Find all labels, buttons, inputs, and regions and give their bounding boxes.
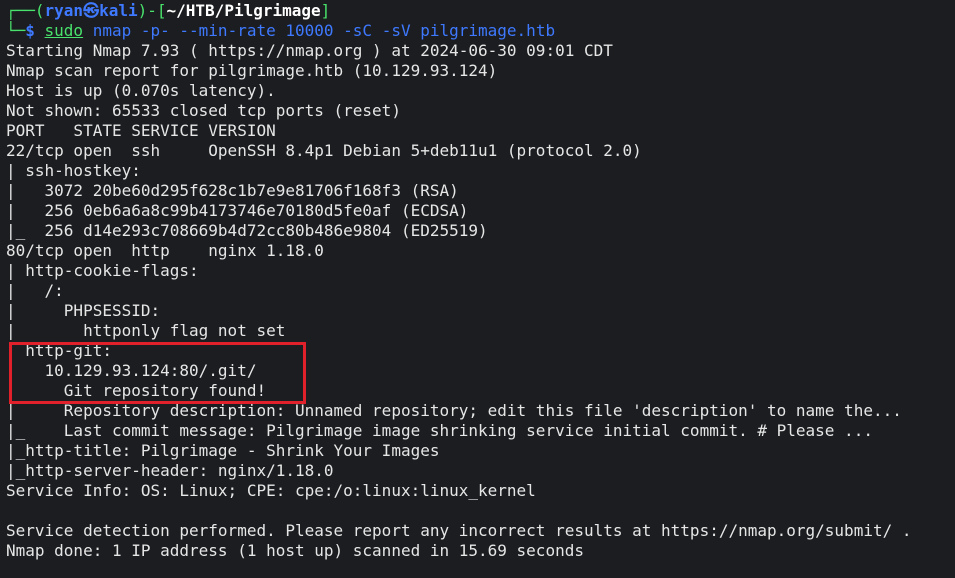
output-line: Host is up (0.070s latency). xyxy=(6,81,276,100)
command-sudo: sudo xyxy=(44,21,84,40)
output-line: | Repository description: Unnamed reposi… xyxy=(6,401,902,420)
output-line: | PHPSESSID: xyxy=(6,301,170,320)
output-line: |_ Last commit message: Pilgrimage image… xyxy=(6,421,873,440)
output-line: | 3072 20be60d295f628c1b7e9e81706f168f3 … xyxy=(6,181,459,200)
prompt-close: ] xyxy=(320,1,331,20)
prompt-corner-top: ┌──( xyxy=(6,1,45,20)
output-line: |_http-server-header: nginx/1.18.0 xyxy=(6,461,334,480)
output-line: PORT STATE SERVICE VERSION xyxy=(6,121,276,140)
output-line: | http-git: xyxy=(6,341,122,360)
command-args: -p- --min-rate 10000 -sC -sV pilgrimage.… xyxy=(131,21,556,40)
prompt-line-top: ┌──(ryan㉿kali)-[~/HTB/Pilgrimage] xyxy=(6,1,955,21)
output-line: | httponly flag not set xyxy=(6,321,286,340)
prompt-dollar: $ xyxy=(25,21,45,40)
output-line: Nmap done: 1 IP address (1 host up) scan… xyxy=(6,541,584,560)
output-line: | Git repository found! xyxy=(6,381,267,400)
terminal-window[interactable]: ┌──(ryan㉿kali)-[~/HTB/Pilgrimage] └─$ su… xyxy=(6,1,955,561)
output-line: Starting Nmap 7.93 ( https://nmap.org ) … xyxy=(6,41,613,60)
output-line: 22/tcp open ssh OpenSSH 8.4p1 Debian 5+d… xyxy=(6,141,642,160)
prompt-at-symbol: ㉿ xyxy=(83,1,100,20)
command-line[interactable]: └─$ sudo nmap -p- --min-rate 10000 -sC -… xyxy=(6,21,955,41)
output-line: |_http-title: Pilgrimage - Shrink Your I… xyxy=(6,441,440,460)
prompt-cwd: ~/HTB/Pilgrimage xyxy=(166,1,321,20)
output-line: | /: xyxy=(6,281,74,300)
output-line: | 10.129.93.124:80/.git/ xyxy=(6,361,257,380)
command-nmap: nmap xyxy=(92,21,132,40)
prompt-corner-bottom: └─ xyxy=(6,21,26,40)
prompt-user: ryan xyxy=(44,1,84,20)
output-line: Service detection performed. Please repo… xyxy=(6,521,912,540)
output-line: Not shown: 65533 closed tcp ports (reset… xyxy=(6,101,401,120)
output-line: | 256 0eb6a6a8c99b4173746e70180d5fe0af (… xyxy=(6,201,469,220)
output-line: Service Info: OS: Linux; CPE: cpe:/o:lin… xyxy=(6,481,536,500)
output-line: |_ 256 d14e293c708669b4d72cc80b486e9804 … xyxy=(6,221,488,240)
prompt-mid: )-[ xyxy=(137,1,167,20)
output-line: 80/tcp open http nginx 1.18.0 xyxy=(6,241,324,260)
output-line: Nmap scan report for pilgrimage.htb (10.… xyxy=(6,61,498,80)
output-line: | ssh-hostkey: xyxy=(6,161,151,180)
prompt-host: kali xyxy=(99,1,138,20)
output-line: | http-cookie-flags: xyxy=(6,261,209,280)
